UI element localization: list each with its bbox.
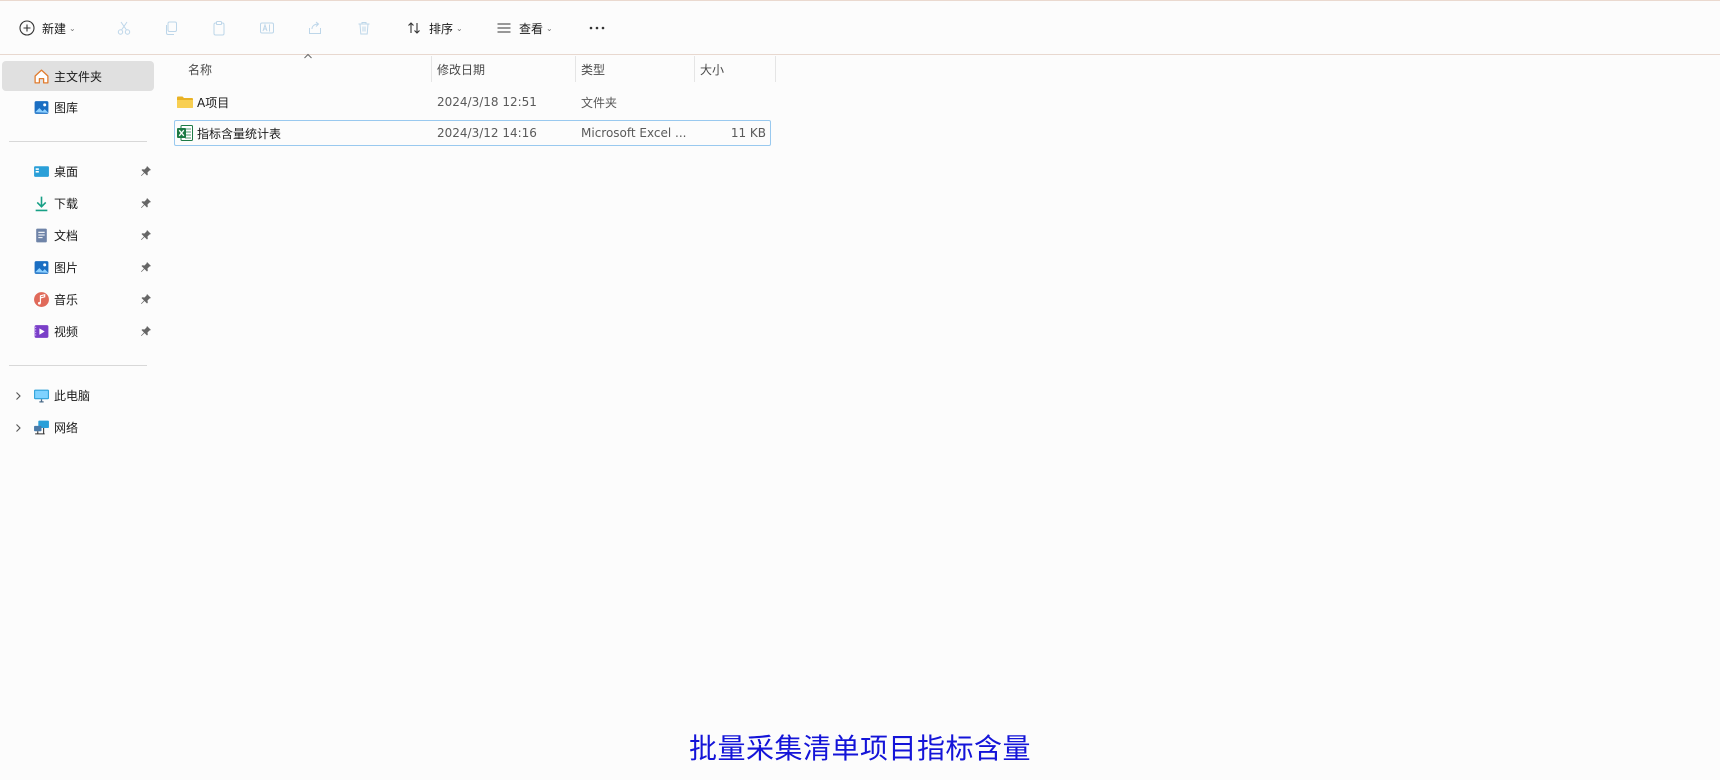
sort-arrows-icon	[405, 19, 423, 37]
sidebar-item-label: 视频	[54, 324, 79, 339]
delete-button[interactable]	[355, 15, 373, 41]
file-row[interactable]: 指标含量统计表 2024/3/12 14:16 Microsoft Excel …	[174, 120, 771, 146]
share-button[interactable]	[306, 15, 324, 41]
sidebar-item-label: 下载	[54, 196, 79, 211]
column-header-type[interactable]: 类型	[581, 56, 691, 82]
sidebar-item-music[interactable]: 音乐	[2, 284, 154, 314]
sidebar-item-desktop[interactable]: 桌面	[2, 156, 154, 186]
column-divider[interactable]	[431, 56, 432, 82]
network-icon	[32, 418, 50, 436]
cut-button[interactable]	[115, 15, 133, 41]
column-divider[interactable]	[575, 56, 576, 82]
column-divider[interactable]	[775, 56, 776, 82]
sidebar-item-label: 文档	[54, 228, 79, 243]
paste-button[interactable]	[210, 15, 228, 41]
chevron-right-icon[interactable]	[13, 422, 23, 432]
pin-icon[interactable]	[140, 261, 152, 273]
file-size: 11 KB	[730, 126, 766, 140]
pin-icon[interactable]	[140, 165, 152, 177]
new-button[interactable]: 新建 ⌄	[18, 15, 76, 41]
sort-button[interactable]: 排序 ⌄	[405, 15, 463, 41]
trash-icon	[355, 19, 373, 37]
folder-icon	[176, 93, 194, 111]
document-icon	[32, 226, 50, 244]
sort-button-label: 排序	[429, 21, 454, 36]
sidebar-item-label: 图库	[54, 100, 79, 115]
file-type: Microsoft Excel ...	[581, 126, 687, 140]
sidebar-item-network[interactable]: 网络	[2, 412, 154, 442]
copy-button[interactable]	[162, 15, 180, 41]
sort-ascending-icon	[304, 53, 312, 59]
file-modified-date: 2024/3/12 14:16	[437, 126, 537, 140]
navigation-pane: 主文件夹 图库 桌面 下载 文档 图片 音乐 视频 此电脑 网络	[0, 56, 156, 476]
chevron-right-icon[interactable]	[13, 390, 23, 400]
column-header-label: 修改日期	[437, 62, 486, 77]
command-bar: 新建 ⌄ 排序 ⌄ 查看 ⌄	[0, 0, 1720, 55]
computer-icon	[32, 386, 50, 404]
chevron-down-icon: ⌄	[546, 23, 553, 33]
scissors-icon	[115, 19, 133, 37]
plus-circle-icon	[18, 19, 36, 37]
music-icon	[32, 290, 50, 308]
rename-button[interactable]	[258, 15, 276, 41]
column-header-label: 大小	[700, 62, 725, 77]
file-row[interactable]: A项目 2024/3/18 12:51 文件夹	[174, 89, 771, 115]
sidebar-item-label: 桌面	[54, 164, 79, 179]
view-lines-icon	[495, 19, 513, 37]
column-header-modified[interactable]: 修改日期	[437, 56, 572, 82]
video-icon	[32, 322, 50, 340]
sidebar-item-label: 网络	[54, 420, 79, 435]
sidebar-divider	[9, 365, 147, 366]
copy-icon	[162, 19, 180, 37]
sidebar-item-documents[interactable]: 文档	[2, 220, 154, 250]
view-button[interactable]: 查看 ⌄	[495, 15, 553, 41]
view-button-label: 查看	[519, 21, 544, 36]
sidebar-item-gallery[interactable]: 图库	[2, 92, 154, 122]
sidebar-item-label: 图片	[54, 260, 79, 275]
rename-icon	[258, 19, 276, 37]
column-header-bar: 名称 修改日期 类型 大小	[0, 56, 780, 82]
desktop-icon	[32, 162, 50, 180]
excel-icon	[176, 124, 194, 142]
column-header-size[interactable]: 大小	[700, 56, 770, 82]
new-button-label: 新建	[42, 21, 67, 36]
column-header-label: 类型	[581, 62, 606, 77]
gallery-icon	[32, 98, 50, 116]
more-dots-icon	[588, 19, 606, 37]
chevron-down-icon: ⌄	[69, 23, 76, 33]
download-icon	[32, 194, 50, 212]
pin-icon[interactable]	[140, 325, 152, 337]
sidebar-item-videos[interactable]: 视频	[2, 316, 154, 346]
pin-icon[interactable]	[140, 229, 152, 241]
pin-icon[interactable]	[140, 197, 152, 209]
video-caption: 批量采集清单项目指标含量	[688, 732, 1031, 765]
sidebar-item-pictures[interactable]: 图片	[2, 252, 154, 282]
file-modified-date: 2024/3/18 12:51	[437, 95, 537, 109]
file-name: A项目	[197, 95, 230, 110]
clipboard-icon	[210, 19, 228, 37]
sidebar-item-label: 音乐	[54, 292, 79, 307]
file-name: 指标含量统计表	[197, 126, 282, 141]
share-icon	[306, 19, 324, 37]
more-options-button[interactable]	[588, 15, 606, 41]
sidebar-item-this-pc[interactable]: 此电脑	[2, 380, 154, 410]
pin-icon[interactable]	[140, 293, 152, 305]
column-header-label: 名称	[188, 62, 213, 77]
file-type: 文件夹	[581, 95, 618, 110]
pictures-icon	[32, 258, 50, 276]
sidebar-divider	[9, 141, 147, 142]
sidebar-item-downloads[interactable]: 下载	[2, 188, 154, 218]
sidebar-item-label: 此电脑	[54, 388, 91, 403]
column-divider[interactable]	[694, 56, 695, 82]
chevron-down-icon: ⌄	[456, 23, 463, 33]
